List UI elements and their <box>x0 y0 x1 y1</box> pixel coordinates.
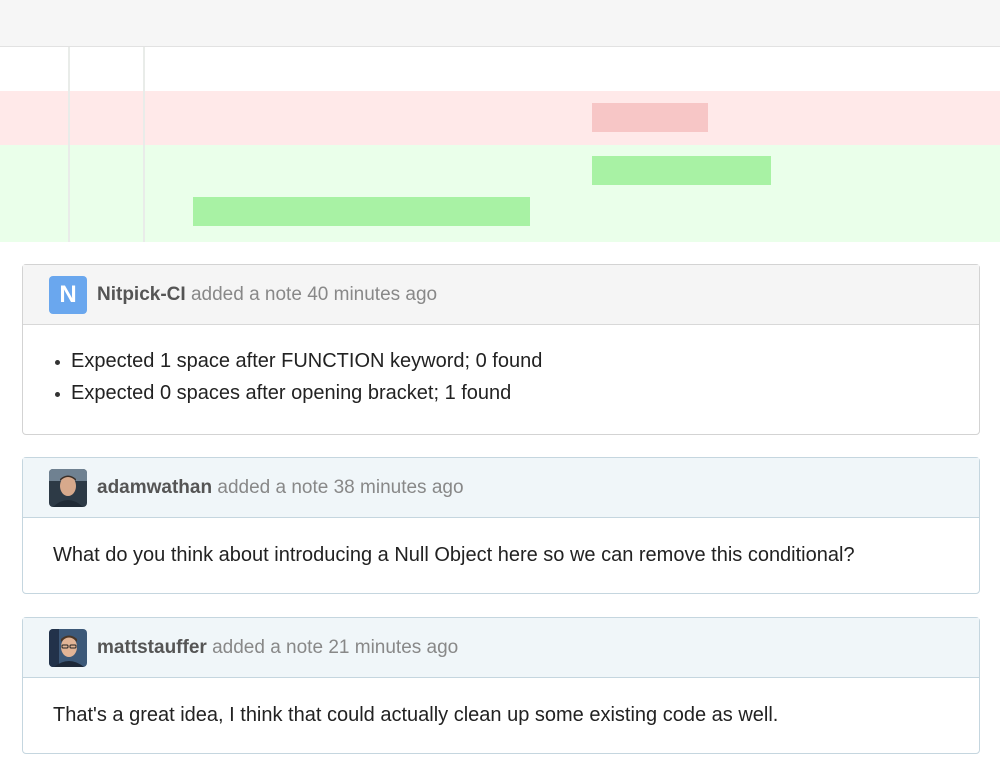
gutter-divider-old <box>68 47 70 242</box>
diff-context-row <box>0 47 1000 91</box>
note-timestamp[interactable]: 21 minutes ago <box>328 637 458 658</box>
avatar[interactable] <box>49 628 87 667</box>
note-header: mattstauffer added a note 21 minutes ago <box>23 618 979 678</box>
diff-deletion-row <box>0 91 1000 145</box>
note-timestamp[interactable]: 40 minutes ago <box>307 284 437 305</box>
top-bar <box>0 0 1000 47</box>
deleted-text-highlight <box>592 103 708 132</box>
added-text-highlight <box>592 156 771 185</box>
note-action: added a note <box>212 636 324 658</box>
note-title: mattstauffer added a note 21 minutes ago <box>97 637 458 659</box>
note-body: What do you think about introducing a Nu… <box>53 544 855 566</box>
diff-addition-rows <box>0 145 1000 242</box>
list-item: Expected 0 spaces after opening bracket;… <box>55 377 949 409</box>
lint-issue-list: Expected 1 space after FUNCTION keyword;… <box>53 345 949 409</box>
author-name[interactable]: Nitpick-CI <box>97 284 186 305</box>
note-title: adamwathan added a note 38 minutes ago <box>97 477 464 499</box>
note-timestamp[interactable]: 38 minutes ago <box>334 477 464 498</box>
author-name[interactable]: mattstauffer <box>97 637 207 658</box>
gutter-divider-new <box>143 47 145 242</box>
note-title: Nitpick-CI added a note 40 minutes ago <box>97 284 437 306</box>
list-item: Expected 1 space after FUNCTION keyword;… <box>55 345 949 377</box>
note-header: adamwathan added a note 38 minutes ago <box>23 458 979 518</box>
note-action: added a note <box>217 476 329 498</box>
note-body: That's a great idea, I think that could … <box>53 704 779 726</box>
author-name[interactable]: adamwathan <box>97 477 212 498</box>
avatar[interactable]: N <box>49 275 87 314</box>
added-text-highlight <box>193 197 530 226</box>
note-mattstauffer: mattstauffer added a note 21 minutes ago… <box>22 617 980 754</box>
note-adamwathan: adamwathan added a note 38 minutes ago W… <box>22 457 980 594</box>
note-header: N Nitpick-CI added a note 40 minutes ago <box>23 265 979 325</box>
note-action: added a note <box>190 283 302 305</box>
note-body: Expected 1 space after FUNCTION keyword;… <box>23 325 979 431</box>
code-diff <box>0 47 1000 242</box>
note-nitpick-ci: N Nitpick-CI added a note 40 minutes ago… <box>22 264 980 435</box>
avatar[interactable] <box>49 468 87 507</box>
